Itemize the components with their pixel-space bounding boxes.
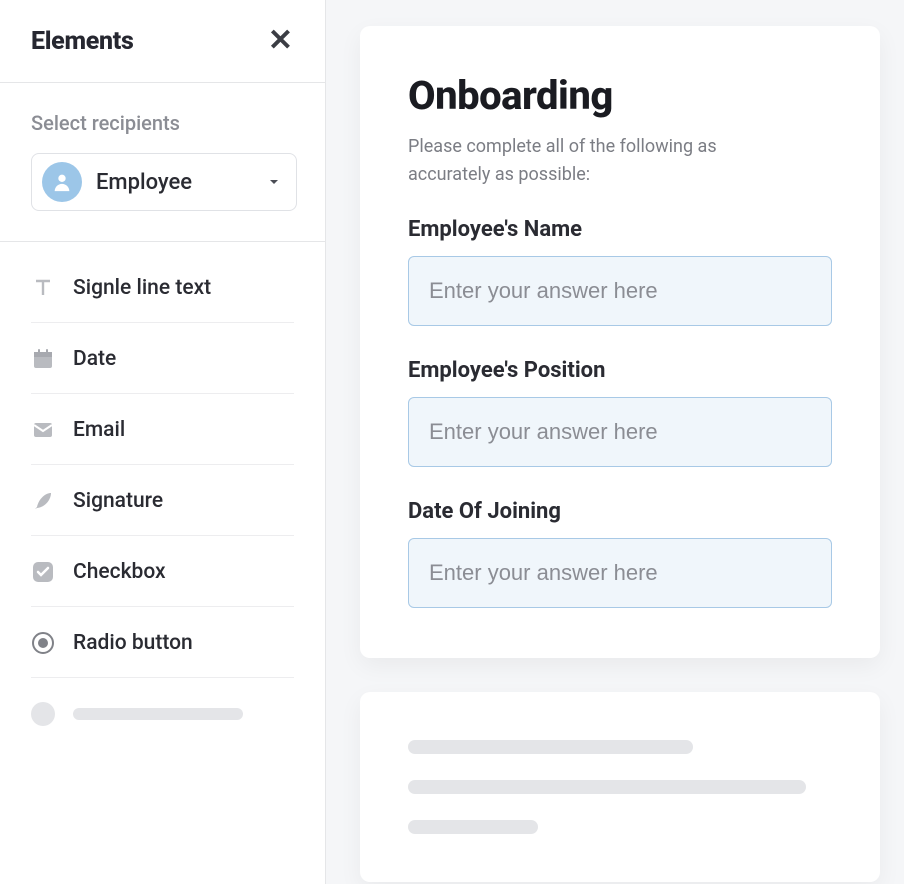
- element-label: Checkbox: [73, 560, 166, 584]
- employee-position-input[interactable]: [408, 397, 832, 467]
- element-label: Date: [73, 347, 116, 371]
- element-list: Signle line text Date Email Signature Ch: [0, 242, 325, 748]
- date-of-joining-input[interactable]: [408, 538, 832, 608]
- element-placeholder: [31, 678, 294, 748]
- checkbox-icon: [31, 560, 55, 584]
- form-preview: Onboarding Please complete all of the fo…: [326, 0, 904, 884]
- close-icon: ✕: [268, 24, 293, 57]
- radio-icon: [31, 631, 55, 655]
- element-label: Signature: [73, 489, 163, 513]
- employee-name-input[interactable]: [408, 256, 832, 326]
- field-employee-name: Employee's Name: [408, 217, 832, 326]
- form-title: Onboarding: [408, 72, 832, 119]
- recipient-select[interactable]: Employee: [31, 153, 297, 211]
- skeleton-card: [360, 692, 880, 882]
- sidebar-header: Elements ✕: [0, 0, 325, 83]
- field-label: Employee's Name: [408, 217, 832, 242]
- user-icon: [42, 162, 82, 202]
- element-checkbox[interactable]: Checkbox: [31, 536, 294, 607]
- element-label: Radio button: [73, 631, 193, 655]
- chevron-down-icon: [266, 174, 282, 190]
- recipients-label: Select recipients: [31, 111, 297, 135]
- element-radio-button[interactable]: Radio button: [31, 607, 294, 678]
- field-label: Date Of Joining: [408, 499, 832, 524]
- element-single-line-text[interactable]: Signle line text: [31, 252, 294, 323]
- field-date-of-joining: Date Of Joining: [408, 499, 832, 608]
- skeleton-row: [408, 820, 538, 834]
- form-card: Onboarding Please complete all of the fo…: [360, 26, 880, 658]
- skeleton-row: [408, 740, 693, 754]
- text-icon: [31, 276, 55, 300]
- form-description: Please complete all of the following as …: [408, 133, 788, 189]
- feather-icon: [31, 489, 55, 513]
- placeholder-bar: [73, 708, 243, 720]
- mail-icon: [31, 418, 55, 442]
- recipient-name: Employee: [96, 170, 252, 195]
- element-signature[interactable]: Signature: [31, 465, 294, 536]
- elements-sidebar: Elements ✕ Select recipients Employee Si…: [0, 0, 326, 884]
- skeleton-row: [408, 780, 806, 794]
- recipients-block: Select recipients Employee: [0, 83, 325, 242]
- element-label: Email: [73, 418, 125, 442]
- placeholder-icon: [31, 702, 55, 726]
- sidebar-title: Elements: [31, 27, 134, 56]
- element-label: Signle line text: [73, 276, 211, 300]
- close-button[interactable]: ✕: [264, 26, 297, 56]
- calendar-icon: [31, 347, 55, 371]
- element-email[interactable]: Email: [31, 394, 294, 465]
- field-label: Employee's Position: [408, 358, 832, 383]
- element-date[interactable]: Date: [31, 323, 294, 394]
- field-employee-position: Employee's Position: [408, 358, 832, 467]
